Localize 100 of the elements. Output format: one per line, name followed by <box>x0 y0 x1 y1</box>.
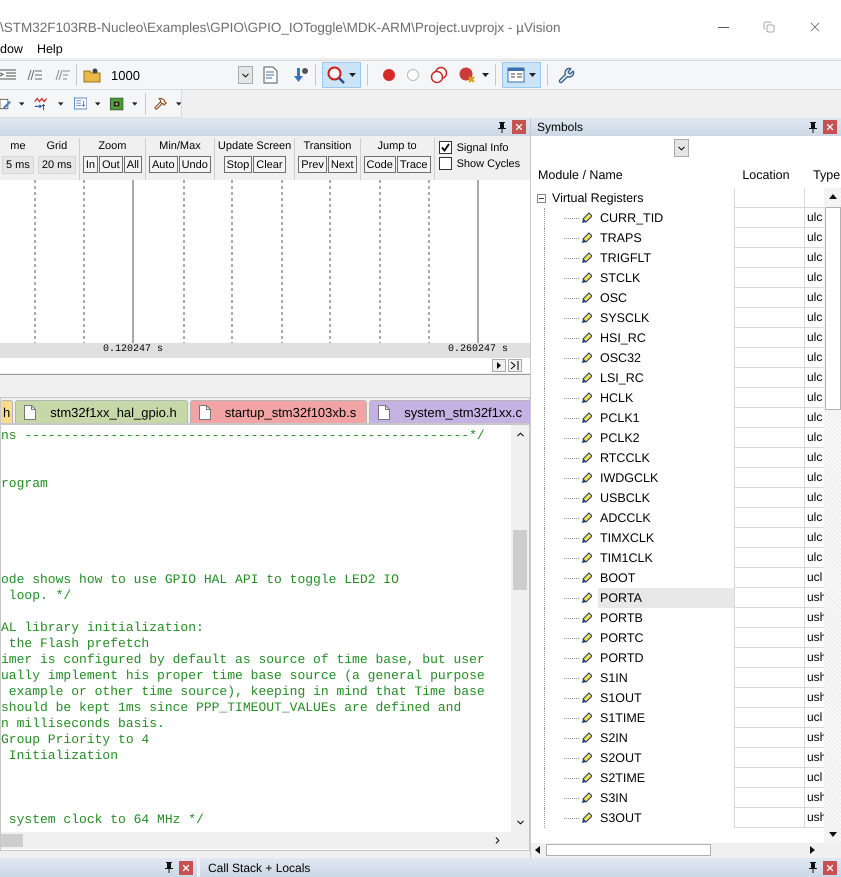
caret-icon[interactable] <box>349 73 356 77</box>
tree-item[interactable]: LSI_RC <box>598 368 734 388</box>
analyzer-button[interactable]: Prev <box>298 156 327 173</box>
analyzer-button[interactable]: Next <box>328 156 357 173</box>
tree-item[interactable]: PCLK2 <box>598 428 734 448</box>
analyzer-button[interactable]: Auto <box>148 156 178 173</box>
collapse-icon[interactable] <box>537 194 546 202</box>
linked-circles-icon[interactable] <box>430 66 448 84</box>
scrollbar-thumb[interactable] <box>513 530 527 590</box>
tree-item[interactable]: STCLK <box>598 268 734 288</box>
close-button[interactable] <box>512 120 526 134</box>
tree-item[interactable]: RTCCLK <box>598 448 734 468</box>
tree-item[interactable]: PCLK1 <box>598 408 734 428</box>
close-button[interactable] <box>179 860 193 874</box>
tree-item[interactable]: S1TIME <box>598 708 734 728</box>
column-header[interactable]: Type <box>806 168 841 182</box>
tree-item[interactable]: PORTC <box>598 628 734 648</box>
scroll-right-icon[interactable] <box>810 846 815 854</box>
file-tab[interactable]: startup_stm32f103xb.s <box>190 400 368 423</box>
tree-item[interactable]: SYSCLK <box>598 308 734 328</box>
horizontal-scrollbar[interactable] <box>1 832 529 849</box>
analyzer-button[interactable]: Undo <box>178 156 211 173</box>
scroll-down-icon[interactable] <box>828 832 836 837</box>
tree-item[interactable]: IWDGCLK <box>598 468 734 488</box>
tree-item[interactable]: TRAPS <box>598 228 734 248</box>
caret-icon[interactable] <box>58 102 64 106</box>
tree-item[interactable]: OSC <box>598 288 734 308</box>
menu-item[interactable]: dow <box>0 42 30 56</box>
column-header[interactable]: Module / Name <box>531 168 736 182</box>
tree-item[interactable]: CURR_TID <box>598 208 734 228</box>
vertical-scrollbar[interactable] <box>824 188 841 843</box>
circuit-board-icon[interactable] <box>110 96 124 112</box>
analyzer-button[interactable]: Trace <box>396 156 431 173</box>
value-combo[interactable]: 1000 <box>107 65 253 85</box>
scroll-left-icon[interactable] <box>535 846 540 854</box>
menu-item[interactable]: Help <box>30 42 70 56</box>
caret-icon[interactable] <box>94 102 100 106</box>
tree-item[interactable]: USBCLK <box>598 488 734 508</box>
caret-icon[interactable] <box>482 73 489 77</box>
tree-item[interactable]: PORTA <box>598 588 734 608</box>
window-button[interactable] <box>502 62 541 88</box>
debug-button[interactable] <box>322 62 361 88</box>
tree-item[interactable]: TIMXCLK <box>598 528 734 548</box>
tree-item[interactable]: HCLK <box>598 388 734 408</box>
tree-item[interactable]: OSC32 <box>598 348 734 368</box>
list-icon[interactable] <box>54 68 70 82</box>
tree-item[interactable]: TRIGFLT <box>598 248 734 268</box>
tree-item[interactable]: S2OUT <box>598 748 734 768</box>
jump-end-button[interactable] <box>508 359 522 372</box>
document-icon[interactable] <box>263 66 279 84</box>
tree-item[interactable]: ADCCLK <box>598 508 734 528</box>
tree-item[interactable]: PORTD <box>598 648 734 668</box>
pin-icon[interactable] <box>498 122 506 132</box>
close-button[interactable] <box>823 120 837 134</box>
analyzer-button[interactable]: Out <box>99 156 123 173</box>
checkbox[interactable] <box>438 141 452 154</box>
analyzer-button[interactable]: Code <box>364 156 396 173</box>
pin-icon[interactable] <box>809 862 817 873</box>
caret-icon[interactable] <box>18 102 24 106</box>
close-button[interactable] <box>823 860 837 874</box>
tree-item[interactable]: S3OUT <box>598 808 734 828</box>
tree-item[interactable]: HSI_RC <box>598 328 734 348</box>
circle-x-icon[interactable] <box>458 66 476 84</box>
caret-icon[interactable] <box>529 73 536 77</box>
tree-item[interactable]: TIM1CLK <box>598 548 734 568</box>
caret-icon[interactable] <box>176 102 181 106</box>
pin-icon[interactable] <box>809 122 817 132</box>
analyzer-button[interactable]: All <box>124 156 142 173</box>
pin-icon[interactable] <box>165 862 173 873</box>
tree-item[interactable]: PORTB <box>598 608 734 628</box>
folder-icon[interactable] <box>83 67 101 83</box>
download-arrow-icon[interactable] <box>291 66 309 84</box>
analyzer-button[interactable]: Clear <box>253 156 286 173</box>
wrench-icon[interactable] <box>558 66 575 84</box>
scrollbar-thumb[interactable] <box>546 844 711 856</box>
tree-item[interactable]: S1IN <box>598 668 734 688</box>
scrollbar-thumb[interactable] <box>1 834 23 847</box>
tree-item[interactable]: S3IN <box>598 788 734 808</box>
scrollbar-thumb[interactable] <box>825 207 841 410</box>
list-window-icon[interactable] <box>74 96 87 111</box>
breakpoint-icon[interactable] <box>382 68 396 82</box>
tree-item[interactable]: S1OUT <box>598 688 734 708</box>
tree-item[interactable]: S2IN <box>598 728 734 748</box>
caret-icon[interactable] <box>132 102 138 106</box>
tree-item[interactable]: S2TIME <box>598 768 734 788</box>
file-tab[interactable]: stm32f1xx_hal_gpio.h <box>15 400 188 423</box>
analyzer-button[interactable]: Stop <box>224 156 252 173</box>
scroll-up-icon[interactable] <box>828 194 836 199</box>
list-icon[interactable] <box>26 68 42 82</box>
tree-item[interactable]: BOOT <box>598 568 734 588</box>
vertical-scrollbar[interactable] <box>511 425 529 832</box>
tools-icon[interactable] <box>154 95 168 112</box>
analyzer-button[interactable]: In <box>82 156 98 173</box>
column-header[interactable]: Location <box>735 168 806 182</box>
tree-item[interactable]: Virtual Registers <box>552 191 644 205</box>
indent-icon[interactable] <box>0 68 16 82</box>
close-icon <box>825 862 835 872</box>
file-tab[interactable]: h <box>1 400 14 423</box>
scroll-right-button[interactable] <box>492 359 506 372</box>
checkbox[interactable] <box>438 157 452 170</box>
